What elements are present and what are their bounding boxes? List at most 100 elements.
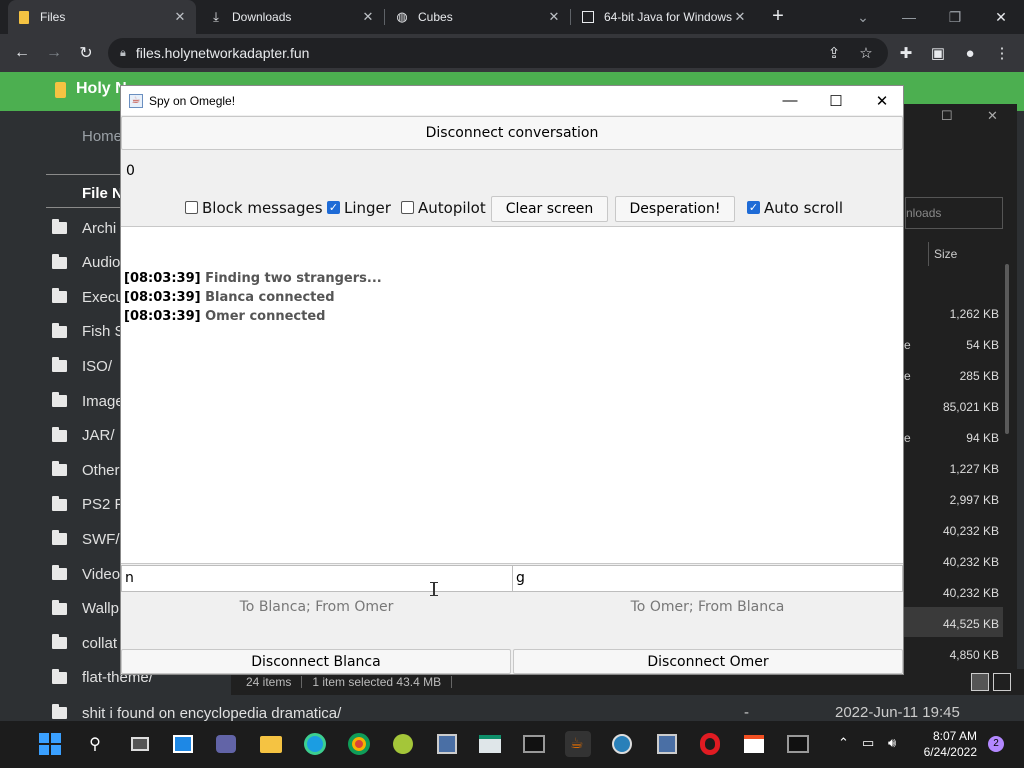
list-item[interactable]: JAR/: [52, 421, 115, 451]
tab-downloads[interactable]: ⤓ Downloads ✕: [200, 0, 384, 34]
close-icon[interactable]: ✕: [360, 9, 376, 25]
java-app-icon[interactable]: ☕︎: [565, 731, 591, 757]
folder-icon: [52, 461, 67, 477]
address-bar[interactable]: 🔒︎ files.holynetworkadapter.fun: [108, 38, 888, 68]
list-item[interactable]: Execu: [52, 282, 124, 312]
profile-icon[interactable]: ●: [958, 41, 982, 65]
tab-search-icon[interactable]: ⌄: [840, 0, 886, 34]
forward-icon[interactable]: →: [42, 41, 66, 65]
restore-icon[interactable]: ❐: [932, 0, 978, 34]
widgets-icon[interactable]: [170, 731, 196, 757]
list-item[interactable]: collat: [52, 628, 117, 658]
clear-screen-button[interactable]: Clear screen: [491, 196, 608, 222]
volume-icon[interactable]: 🔊︎: [888, 735, 896, 751]
close-icon[interactable]: ✕: [987, 108, 998, 124]
tiles-view-icon[interactable]: [993, 673, 1011, 691]
bookmark-star-icon[interactable]: ☆: [854, 41, 878, 65]
network-app-icon[interactable]: [434, 731, 460, 757]
breadcrumb-home[interactable]: Home: [82, 128, 122, 145]
disconnect-blanca-button[interactable]: Disconnect Blanca: [121, 649, 511, 674]
file-explorer-icon[interactable]: [258, 731, 284, 757]
close-icon[interactable]: ✕: [732, 9, 748, 25]
block-messages-checkbox[interactable]: [185, 201, 198, 214]
close-window-icon[interactable]: ✕: [978, 0, 1024, 34]
side-panel-icon[interactable]: ▣: [926, 41, 950, 65]
file-explorer-window: ☐ ✕ nloads Size 1,262 KB 54 KB 285 KB 85,02…: [903, 104, 1017, 669]
clock[interactable]: 8:07 AM 6/24/2022: [905, 728, 977, 760]
maximize-icon[interactable]: ☐: [941, 108, 953, 124]
block-messages-label[interactable]: Block messages: [202, 199, 323, 217]
notification-badge[interactable]: 2: [988, 736, 1004, 752]
globe-app-icon[interactable]: [609, 731, 635, 757]
reload-icon[interactable]: ↻: [74, 41, 98, 65]
view-buttons: [903, 669, 1024, 695]
network-icon[interactable]: ▭: [862, 735, 874, 751]
list-item[interactable]: Other: [52, 455, 120, 485]
desperation-button[interactable]: Desperation!: [615, 196, 735, 222]
close-icon[interactable]: ✕: [546, 9, 562, 25]
scrollbar[interactable]: [1005, 264, 1009, 434]
auto-scroll-label[interactable]: Auto scroll: [764, 199, 843, 217]
spy-on-omegle-window: ☕︎ Spy on Omegle! — ☐ ✕ Disconnect conve…: [120, 85, 904, 675]
tab-java[interactable]: 64-bit Java for Windows ✕: [572, 0, 756, 34]
minimize-icon[interactable]: —: [886, 0, 932, 34]
autopilot-checkbox[interactable]: [401, 201, 414, 214]
maximize-icon[interactable]: ☐: [813, 86, 859, 115]
network-app-icon[interactable]: [654, 731, 680, 757]
close-icon[interactable]: ✕: [172, 9, 188, 25]
linger-label[interactable]: Linger: [344, 199, 391, 217]
folder-name: Wallp: [82, 600, 119, 618]
text-cursor-icon: [430, 582, 438, 596]
close-icon[interactable]: ✕: [859, 86, 905, 115]
chevron-up-icon[interactable]: ⌃: [838, 735, 849, 751]
column-header-file-name[interactable]: File N: [82, 185, 123, 202]
window-title-bar[interactable]: ☕︎ Spy on Omegle! — ☐ ✕: [121, 86, 903, 115]
list-item[interactable]: Archi: [52, 213, 116, 243]
list-item[interactable]: Video: [52, 559, 120, 589]
android-app-icon[interactable]: [390, 731, 416, 757]
list-item[interactable]: Wallp: [52, 594, 119, 624]
list-item[interactable]: ISO/: [52, 351, 112, 381]
search-icon[interactable]: ⚲: [82, 731, 108, 757]
tab-files[interactable]: Files ✕: [8, 0, 196, 34]
disconnect-conversation-button[interactable]: Disconnect conversation: [121, 116, 903, 150]
autopilot-label[interactable]: Autopilot: [418, 199, 486, 217]
list-item[interactable]: PS2 F: [52, 490, 124, 520]
conversation-log[interactable]: [08:03:39] Finding two strangers... [08:…: [121, 226, 903, 564]
task-view-icon[interactable]: [127, 731, 153, 757]
file-size-cell: 40,232 KB: [942, 555, 999, 569]
share-icon[interactable]: ⇪: [822, 41, 846, 65]
message-to-omer-input[interactable]: g: [512, 565, 903, 592]
menu-icon[interactable]: ⋮: [990, 41, 1014, 65]
taskbar: ⚲ ☕︎ ⌃ ▭ 🔊︎ 8:07 AM 6/24/2022 2: [0, 721, 1024, 768]
window-title: Spy on Omegle!: [149, 93, 236, 108]
details-view-icon[interactable]: [971, 673, 989, 691]
edge-icon[interactable]: [302, 731, 328, 757]
list-item[interactable]: Audio: [52, 248, 120, 278]
linger-checkbox[interactable]: ✓: [327, 201, 340, 214]
store-icon[interactable]: [741, 731, 767, 757]
column-header-size[interactable]: Size: [934, 247, 957, 261]
file-size-cell: 285 KB: [959, 369, 999, 383]
start-icon[interactable]: [37, 731, 63, 757]
options-row: Block messages ✓ Linger Autopilot Clear …: [121, 196, 903, 222]
teams-chat-icon[interactable]: [213, 731, 239, 757]
terminal-icon[interactable]: [785, 731, 811, 757]
message-to-blanca-input[interactable]: n: [121, 565, 513, 592]
window-app-icon[interactable]: [477, 731, 503, 757]
opera-icon[interactable]: [697, 731, 723, 757]
extensions-icon[interactable]: ✚: [894, 41, 918, 65]
minimize-icon[interactable]: —: [767, 86, 813, 115]
list-item[interactable]: Fish S: [52, 317, 125, 347]
disconnect-omer-button[interactable]: Disconnect Omer: [513, 649, 903, 674]
list-item[interactable]: SWF/: [52, 524, 120, 554]
back-icon[interactable]: ←: [10, 41, 34, 65]
chrome-icon[interactable]: [346, 731, 372, 757]
clock-date: 6/24/2022: [923, 745, 977, 759]
tab-cubes[interactable]: ◍ Cubes ✕: [386, 0, 570, 34]
list-item[interactable]: Image: [52, 386, 124, 416]
explorer-search-box[interactable]: nloads: [905, 197, 1003, 229]
terminal-icon[interactable]: [521, 731, 547, 757]
auto-scroll-checkbox[interactable]: ✓: [747, 201, 760, 214]
new-tab-button[interactable]: +: [768, 6, 788, 26]
